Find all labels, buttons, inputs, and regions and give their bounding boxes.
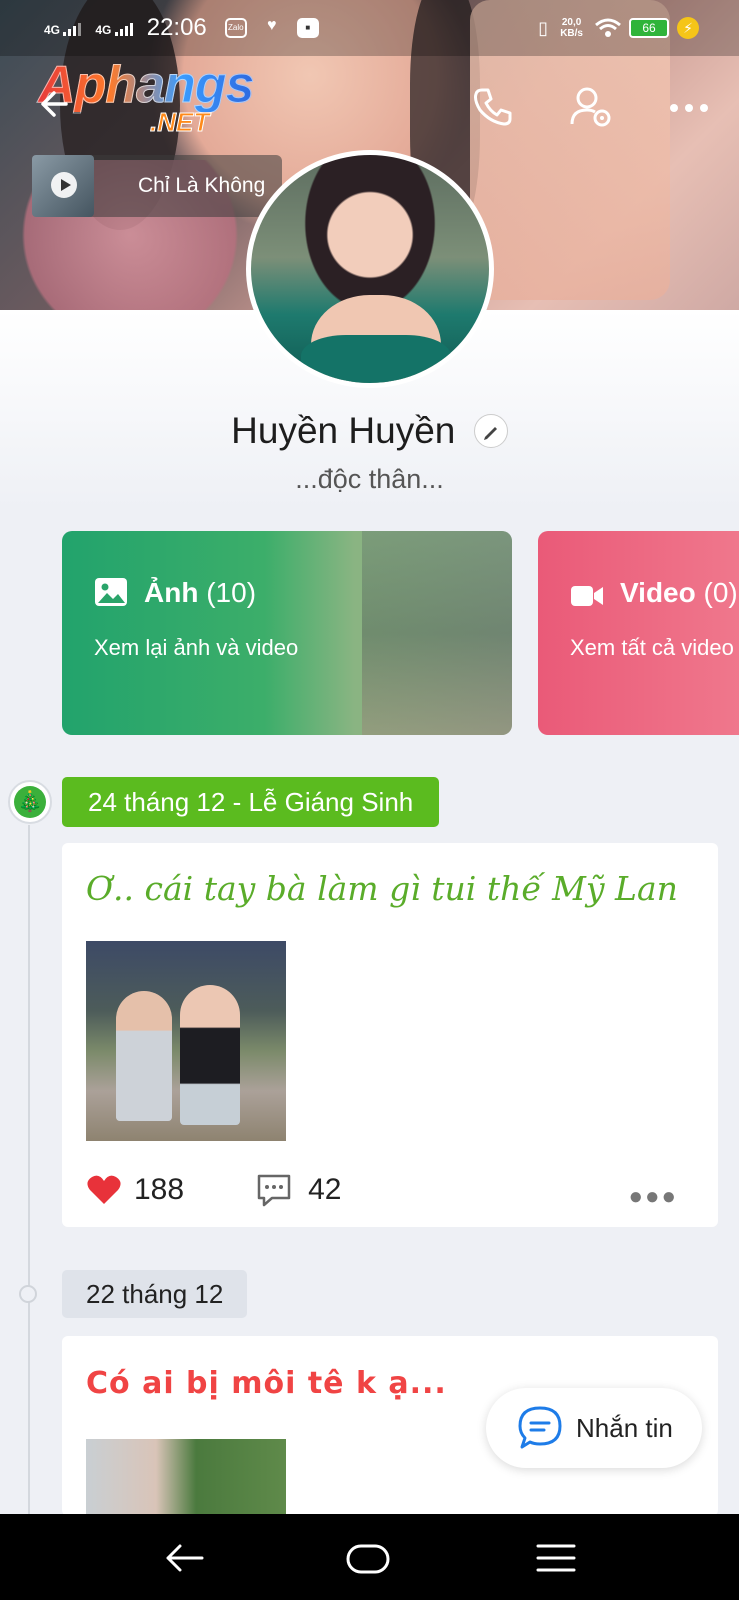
signal-icon: 4G <box>44 20 85 37</box>
send-message-label: Nhắn tin <box>576 1412 673 1443</box>
user-settings-icon[interactable] <box>568 84 614 130</box>
post-text: Có ai bị môi tê k ạ... <box>86 1366 447 1401</box>
more-horizontal-icon[interactable] <box>666 84 712 130</box>
profile-music-player[interactable]: Chỉ Là Không <box>32 155 282 217</box>
clock: 22:06 <box>146 14 207 41</box>
video-card-title: Video (0) <box>620 577 738 608</box>
system-navigation-bar <box>0 1514 739 1600</box>
edit-pencil-icon[interactable] <box>473 414 508 448</box>
notification-icon: ♥ <box>267 17 277 34</box>
post-reactions: 188 42 <box>86 1173 341 1207</box>
send-message-button[interactable]: Nhắn tin <box>486 1388 702 1468</box>
nav-menu-icon[interactable] <box>534 1536 578 1580</box>
christmas-tree-icon: 🎄 <box>8 780 52 824</box>
image-icon <box>95 578 127 606</box>
post-text: Ơ.. cái tay bà làm gì tui thế Mỹ Lan <box>86 869 678 908</box>
post-photo[interactable] <box>86 941 286 1141</box>
timeline-post[interactable]: Ơ.. cái tay bà làm gì tui thế Mỹ Lan 188… <box>62 843 718 1227</box>
signal-icon: 4G <box>95 20 136 37</box>
app-notification-icon: ■ <box>296 18 319 38</box>
video-album-card[interactable]: Video (0) Xem tất cả video <box>538 531 739 735</box>
heart-icon[interactable] <box>86 1174 122 1206</box>
date-badge: 22 tháng 12 <box>62 1270 248 1318</box>
battery-icon: 66 <box>629 18 669 38</box>
wifi-icon <box>595 18 621 37</box>
date-badge: 24 tháng 12 - Lễ Giáng Sinh <box>62 777 440 827</box>
nav-back-icon[interactable] <box>162 1536 206 1580</box>
like-count: 188 <box>134 1173 185 1206</box>
video-camera-icon <box>571 586 603 606</box>
network-speed: 20,0 KB/s <box>560 17 583 39</box>
photo-album-card[interactable]: Ảnh (10) Xem lại ảnh và video <box>62 531 512 735</box>
status-bar: 4G 4G 22:06 Zalo ♥ ■ ▯ 20,0 KB/s 66 ⚡ <box>0 0 739 56</box>
video-card-subtitle: Xem tất cả video <box>570 635 734 660</box>
music-thumbnail <box>32 155 94 217</box>
charging-icon: ⚡ <box>677 17 699 39</box>
profile-status: ...độc thân... <box>295 464 444 494</box>
photo-card-title: Ảnh (10) <box>144 577 257 608</box>
music-title: Chỉ Là Không <box>138 174 266 197</box>
photo-card-subtitle: Xem lại ảnh và video <box>94 635 299 660</box>
back-arrow-icon[interactable] <box>36 84 76 124</box>
avatar[interactable] <box>246 150 494 388</box>
album-preview-image <box>362 531 512 735</box>
nav-home-icon[interactable] <box>346 1536 390 1580</box>
zalo-app-icon: Zalo <box>224 18 247 38</box>
post-photo[interactable] <box>86 1439 286 1516</box>
comment-icon[interactable] <box>256 1173 292 1207</box>
play-icon[interactable] <box>51 172 77 198</box>
comment-count: 42 <box>308 1173 342 1206</box>
chat-bubble-icon <box>518 1406 562 1449</box>
timeline-line <box>28 825 30 1525</box>
post-more-icon[interactable]: ●●● <box>629 1183 679 1211</box>
phone-icon[interactable] <box>470 84 516 130</box>
vibrate-icon: ▯ <box>538 17 549 38</box>
timeline-dot <box>19 1285 37 1303</box>
profile-name: Huyền Huyền <box>231 410 456 451</box>
profile-name-row: Huyền Huyền <box>0 410 739 452</box>
